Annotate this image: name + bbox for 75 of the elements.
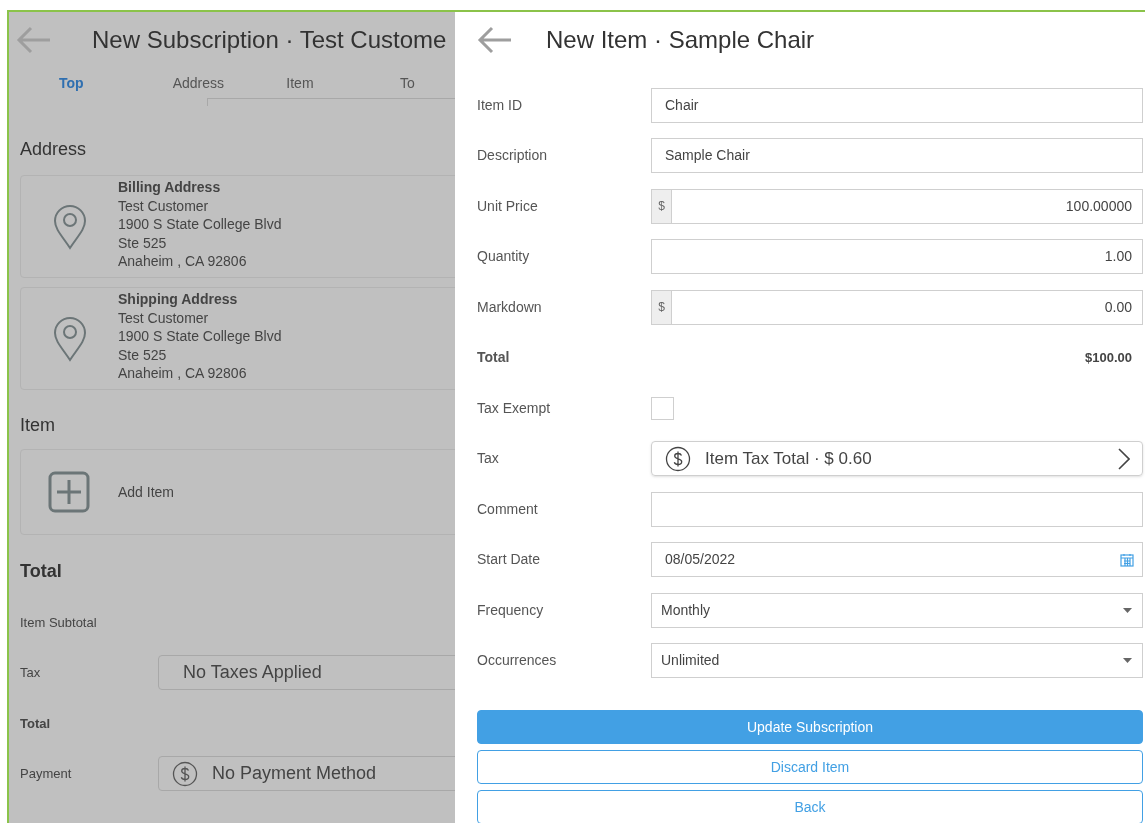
currency-field[interactable]: $ 0.00 (651, 289, 1143, 325)
field-value: Item Tax Total · $ 0.60 (705, 448, 873, 470)
tax-link[interactable]: Item Tax Total · $ 0.60 (651, 441, 1143, 477)
address-line: Ste 525 (118, 233, 168, 253)
outline-button[interactable]: Discard Item (477, 750, 1143, 784)
tab[interactable]: Address (172, 72, 287, 94)
field-label: Markdown (477, 297, 543, 317)
field-label: Payment (20, 765, 73, 783)
total-value: $100.00 (1084, 349, 1133, 367)
add-item-card[interactable]: Add Item (20, 449, 455, 535)
field-label: Quantity (477, 247, 531, 267)
calendar-icon[interactable] (1120, 552, 1134, 567)
address-title: Billing Address (118, 178, 222, 197)
dropdown[interactable]: Monthly (651, 592, 1143, 628)
address-line: Test Customer (118, 196, 210, 216)
chevron-right-icon (1118, 447, 1130, 470)
section-heading: Address (20, 138, 88, 161)
caret-down-icon (1123, 607, 1132, 613)
field-label: Frequency (477, 600, 545, 620)
back-arrow-icon[interactable] (16, 25, 52, 55)
currency-prefix: $ (652, 290, 672, 324)
location-pin-icon (53, 315, 87, 362)
section-heading: Item (20, 414, 56, 437)
tab[interactable]: Top (59, 72, 173, 94)
plus-square-icon (48, 471, 90, 513)
field-label: Item Subtotal (20, 613, 98, 632)
update-button[interactable]: Update Subscription (477, 710, 1143, 744)
checkbox[interactable] (651, 396, 674, 420)
field-value: 08/05/2022 (665, 550, 737, 570)
number-field[interactable]: 1.00 (651, 239, 1143, 275)
date-field[interactable]: 08/05/2022 (651, 542, 1143, 578)
payment-picker[interactable]: No Payment Method (158, 756, 455, 792)
address-line: Anaheim , CA 92806 (118, 252, 248, 271)
field-value: Unlimited (661, 651, 721, 671)
address-title: Shipping Address (118, 290, 239, 309)
page-title: New Item · Sample Chair (546, 25, 815, 55)
address-card[interactable]: Billing Address Test Customer 1900 S State College Blvd Ste 525 Anaheim , CA 92806 (20, 175, 455, 278)
address-line: Anaheim , CA 92806 (118, 364, 248, 383)
text-field[interactable]: Chair (651, 87, 1143, 123)
field-label: Start Date (477, 550, 542, 570)
outline-button[interactable]: Back (477, 790, 1143, 823)
field-value: 100.00000 (1064, 196, 1132, 216)
dollar-icon (172, 760, 198, 787)
dollar-icon (665, 445, 691, 472)
tab[interactable]: Item (286, 72, 400, 94)
field-label: Comment (477, 499, 539, 519)
tab[interactable]: To (400, 72, 455, 94)
text-field[interactable]: Sample Chair (651, 138, 1143, 174)
caret-down-icon (1123, 658, 1132, 664)
field-label: Tax (477, 449, 500, 469)
section-heading: Total (20, 560, 63, 583)
field-value: Monthly (661, 600, 712, 620)
back-arrow-icon[interactable] (477, 25, 513, 55)
field-label: Tax (20, 664, 42, 682)
dropdown[interactable]: Unlimited (651, 643, 1143, 679)
field-value: 0.00 (1103, 297, 1132, 317)
address-card[interactable]: Shipping Address Test Customer 1900 S State College Blvd Ste 525 Anaheim , CA 92806 (20, 287, 455, 390)
text-field[interactable] (651, 491, 1143, 527)
field-label: Unit Price (477, 196, 539, 216)
currency-prefix: $ (652, 189, 672, 223)
location-pin-icon (53, 203, 87, 250)
currency-field[interactable]: $ 100.00000 (651, 188, 1143, 224)
field-label: Tax Exempt (477, 398, 552, 418)
page-title: New Subscription · Test Custome (92, 25, 447, 55)
address-line: 1900 S State College Blvd (118, 215, 282, 234)
field-label: Description (477, 146, 549, 166)
field-label: Total (20, 714, 52, 733)
tax-picker[interactable]: No Taxes Applied (158, 655, 455, 691)
field-label: Item ID (477, 95, 524, 115)
address-line: Ste 525 (118, 345, 168, 365)
field-label: Occurrences (477, 651, 558, 671)
address-line: Test Customer (118, 308, 210, 328)
add-item-label: Add Item (118, 482, 175, 502)
field-label: Total (477, 348, 511, 368)
address-line: 1900 S State College Blvd (118, 327, 282, 346)
